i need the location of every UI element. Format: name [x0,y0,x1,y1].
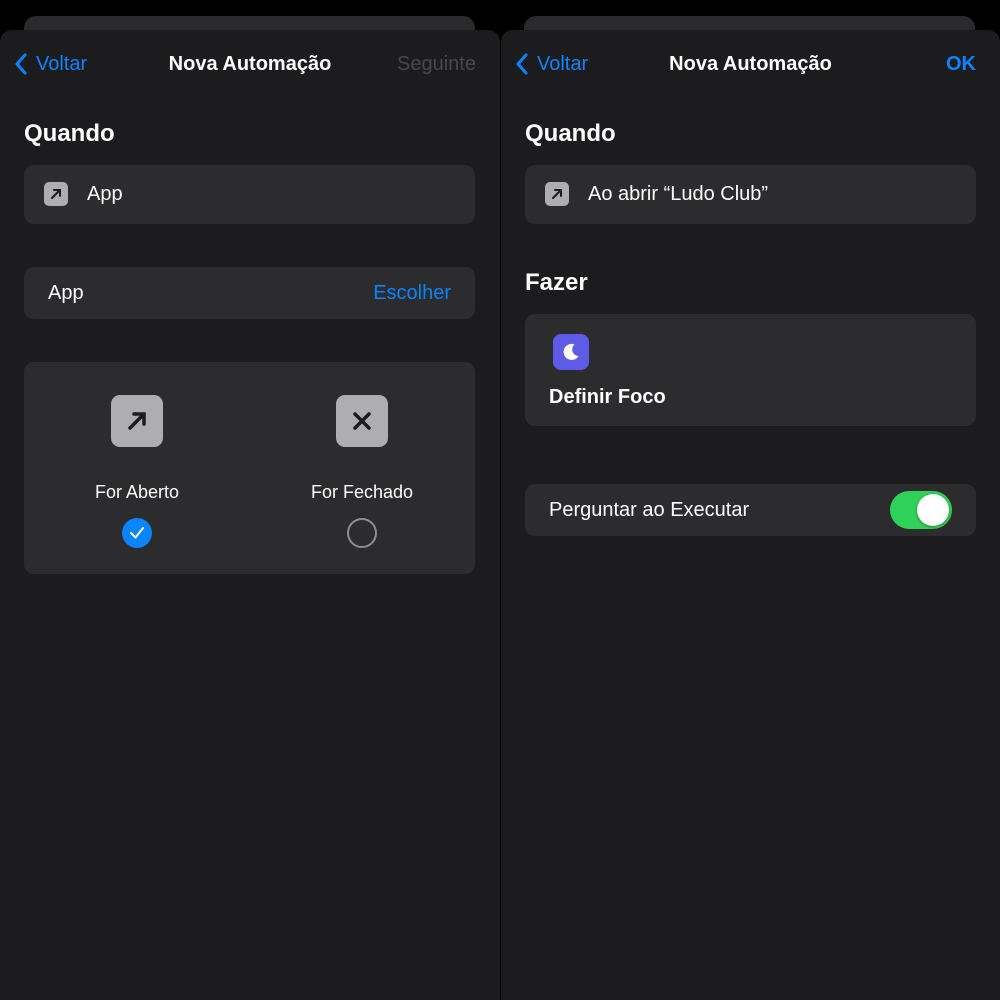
app-row[interactable]: App Escolher [24,267,475,319]
option-closed-radio[interactable] [347,518,377,548]
done-button[interactable]: OK [946,48,976,80]
chevron-left-icon [516,53,528,75]
automation-panel-left: Voltar Nova Automação Seguinte Quando Ap… [0,30,500,1000]
arrow-up-right-icon [111,395,163,447]
trigger-summary-row[interactable]: App [24,165,475,224]
automation-panel-right: Voltar Nova Automação OK Quando Ao abrir… [500,30,1000,1000]
trigger-summary-row[interactable]: Ao abrir “Ludo Club” [525,165,976,224]
x-icon [336,395,388,447]
checkmark-icon [130,527,144,539]
back-button[interactable]: Voltar [14,48,87,80]
trigger-label: App [87,183,123,205]
trigger-label: Ao abrir “Ludo Club” [588,183,769,205]
when-heading: Quando [24,120,115,147]
back-label: Voltar [36,52,88,75]
nav-bar: Voltar Nova Automação Seguinte [0,48,500,80]
chevron-left-icon [15,53,27,75]
action-card-set-focus[interactable]: Definir Foco [525,314,976,426]
choose-app-button[interactable]: Escolher [373,282,451,305]
back-label: Voltar [537,52,589,75]
back-button[interactable]: Voltar [515,48,588,80]
do-heading: Fazer [525,269,588,296]
ask-before-running-toggle[interactable] [890,491,952,529]
action-title: Definir Foco [549,386,666,408]
when-heading: Quando [525,120,616,147]
arrow-up-right-icon [545,182,569,206]
next-button[interactable]: Seguinte [397,48,476,80]
nav-bar: Voltar Nova Automação OK [501,48,1000,80]
open-close-options-card: For Aberto For Fechado [24,362,475,574]
app-row-label: App [48,282,84,304]
screenshot-stage: Voltar Nova Automação Seguinte Quando Ap… [0,0,1000,1000]
arrow-up-right-icon [44,182,68,206]
ask-before-running-label: Perguntar ao Executar [549,499,750,521]
option-opened-label: For Aberto [94,482,180,502]
ask-before-running-row: Perguntar ao Executar [525,484,976,536]
option-opened-radio[interactable] [122,518,152,548]
option-closed-label: For Fechado [310,482,414,502]
moon-icon [553,334,589,370]
toggle-knob [917,494,949,526]
